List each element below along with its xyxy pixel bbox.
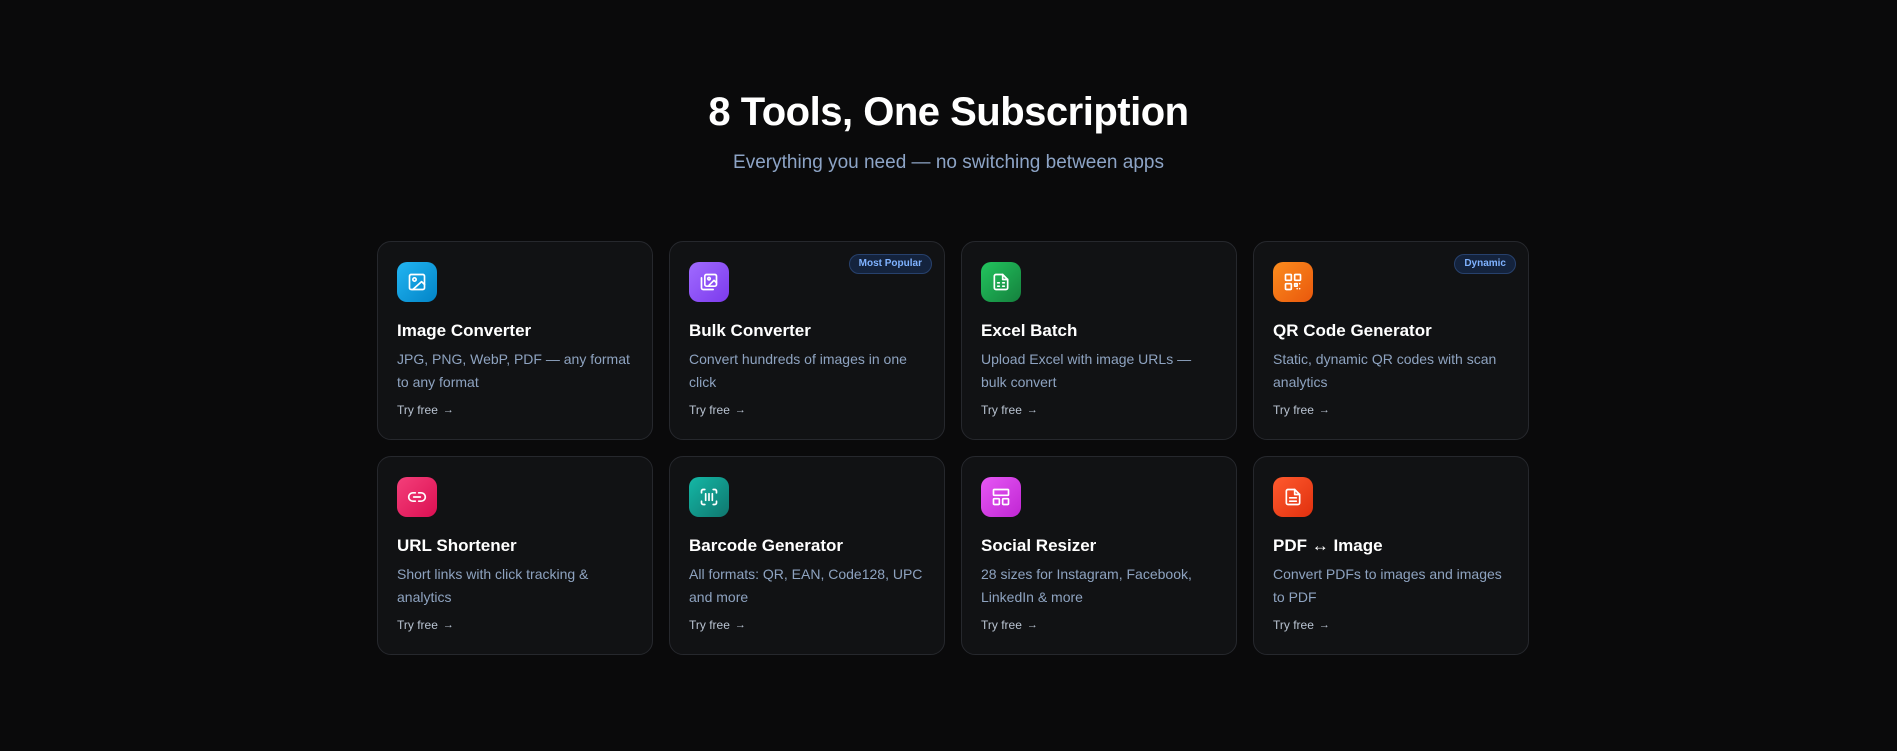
try-free-label: Try free [689,618,730,632]
dynamic-badge: Dynamic [1454,254,1516,274]
image-icon [408,273,426,291]
try-free-link[interactable]: Try free → [1273,617,1330,633]
try-free-label: Try free [689,403,730,417]
try-free-label: Try free [981,618,1022,632]
tool-card-url-shortener[interactable]: URL Shortener Short links with click tra… [377,456,653,655]
tool-card-image-converter[interactable]: Image Converter JPG, PNG, WebP, PDF — an… [377,241,653,440]
tool-card-social-resizer[interactable]: Social Resizer 28 sizes for Instagram, F… [961,456,1237,655]
tools-grid: Image Converter JPG, PNG, WebP, PDF — an… [377,241,1529,655]
arrow-right-icon: → [1318,404,1330,416]
try-free-label: Try free [1273,403,1314,417]
try-free-link[interactable]: Try free → [981,402,1038,418]
tool-description: 28 sizes for Instagram, Facebook, Linked… [981,566,1192,605]
qr-code-icon [1284,273,1302,291]
tool-title: URL Shortener [397,536,517,555]
try-free-link[interactable]: Try free → [1273,402,1330,418]
tool-card-pdf-image[interactable]: PDF ↔ Image Convert PDFs to images and i… [1253,456,1529,655]
tool-icon-box [1273,477,1313,517]
tool-title: Image Converter [397,321,532,340]
layout-icon [992,488,1010,506]
tool-description: All formats: QR, EAN, Code128, UPC and m… [689,566,923,605]
tool-description: Convert PDFs to images and images to PDF [1273,566,1502,605]
tool-icon-box [981,262,1021,302]
arrow-right-icon: → [442,619,454,631]
arrow-right-icon: → [734,404,746,416]
tool-card-qr-code-generator[interactable]: Dynamic QR Code Generator Static, dynami… [1253,241,1529,440]
tool-title: Barcode Generator [689,536,843,555]
arrow-right-icon: → [1318,619,1330,631]
tool-description: Short links with click tracking & analyt… [397,566,589,605]
try-free-link[interactable]: Try free → [981,617,1038,633]
tool-description: Static, dynamic QR codes with scan analy… [1273,351,1497,390]
link-icon [407,492,427,502]
tool-title: PDF ↔ Image [1273,536,1383,555]
try-free-label: Try free [1273,618,1314,632]
tools-section: 8 Tools, One Subscription Everything you… [0,0,1897,751]
tool-title: QR Code Generator [1273,321,1432,340]
barcode-icon [700,488,718,506]
tool-card-barcode-generator[interactable]: Barcode Generator All formats: QR, EAN, … [669,456,945,655]
try-free-label: Try free [981,403,1022,417]
tool-title: Social Resizer [981,536,1097,555]
tool-icon-box [689,262,729,302]
tool-title: Excel Batch [981,321,1078,340]
images-stack-icon [700,273,718,291]
tool-title: Bulk Converter [689,321,811,340]
try-free-label: Try free [397,618,438,632]
document-icon [1285,488,1301,506]
try-free-link[interactable]: Try free → [689,402,746,418]
tool-icon-box [397,477,437,517]
tool-icon-box [981,477,1021,517]
tool-icon-box [1273,262,1313,302]
spreadsheet-icon [993,273,1009,291]
popular-badge: Most Popular [848,254,932,274]
arrow-right-icon: → [734,619,746,631]
arrow-right-icon: → [1026,404,1038,416]
section-subheading: Everything you need — no switching betwe… [733,152,1164,173]
tool-icon-box [397,262,437,302]
arrow-right-icon: → [1026,619,1038,631]
try-free-link[interactable]: Try free → [689,617,746,633]
tool-description: Upload Excel with image URLs — bulk conv… [981,351,1192,390]
try-free-link[interactable]: Try free → [397,402,454,418]
tool-description: JPG, PNG, WebP, PDF — any format to any … [397,351,630,390]
tool-card-excel-batch[interactable]: Excel Batch Upload Excel with image URLs… [961,241,1237,440]
try-free-label: Try free [397,403,438,417]
tool-card-bulk-converter[interactable]: Most Popular Bulk Converter Convert hund… [669,241,945,440]
tool-icon-box [689,477,729,517]
section-heading: 8 Tools, One Subscription [708,90,1189,134]
tool-description: Convert hundreds of images in one click [689,351,907,390]
try-free-link[interactable]: Try free → [397,617,454,633]
arrow-right-icon: → [442,404,454,416]
